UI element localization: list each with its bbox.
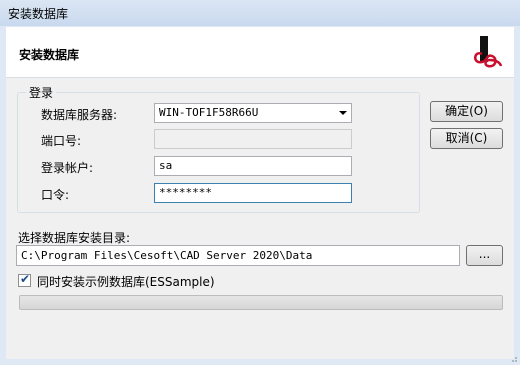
sample-db-checkbox[interactable]: ✔	[18, 272, 31, 287]
server-label: 数据库服务器:	[41, 108, 118, 122]
sample-db-label[interactable]: 同时安装示例数据库(ESSample)	[37, 273, 215, 290]
server-value: WIN-TOF1F58R66U	[159, 106, 259, 119]
ok-button[interactable]: 确定(O)	[430, 101, 503, 122]
password-label: 口令:	[41, 188, 70, 202]
account-input[interactable]: sa	[154, 156, 352, 176]
account-label: 登录帐户:	[41, 161, 94, 175]
port-label: 端口号:	[41, 134, 82, 148]
browse-button[interactable]: ...	[466, 245, 503, 266]
header-title: 安装数据库	[19, 48, 80, 62]
server-select[interactable]: WIN-TOF1F58R66U	[154, 103, 352, 123]
resize-grip-icon[interactable]	[508, 353, 518, 363]
install-dir-label: 选择数据库安装目录:	[18, 231, 131, 245]
cancel-button[interactable]: 取消(C)	[430, 128, 503, 149]
window-title: 安装数据库	[8, 7, 69, 21]
checkmark-icon: ✔	[20, 272, 31, 286]
title-bar: 安装数据库	[0, 0, 520, 26]
password-input[interactable]: ********	[154, 183, 352, 203]
dialog-header: 安装数据库	[6, 27, 514, 78]
login-group-legend: 登录	[26, 84, 57, 101]
chevron-down-icon[interactable]	[339, 111, 347, 115]
cesoft-logo-icon	[474, 36, 503, 68]
progress-bar	[19, 295, 503, 310]
port-input[interactable]	[154, 129, 352, 149]
install-dir-input[interactable]: C:\Program Files\Cesoft\CAD Server 2020\…	[16, 245, 460, 266]
dialog-body: 登录 数据库服务器: WIN-TOF1F58R66U 端口号: 登录帐户: sa…	[6, 78, 514, 359]
